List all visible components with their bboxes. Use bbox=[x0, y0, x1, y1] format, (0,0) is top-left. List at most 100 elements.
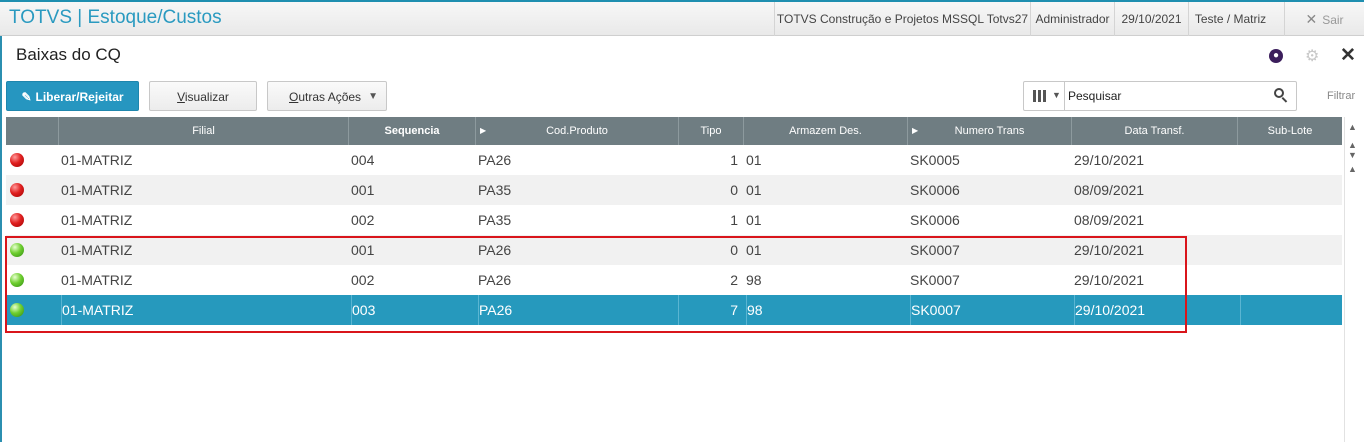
cell-filial[interactable]: 01-MATRIZ bbox=[61, 205, 346, 235]
table-row[interactable]: 01-MATRIZ 001 PA35 0 01 SK0006 08/09/2021 bbox=[6, 175, 1342, 205]
table-row[interactable]: 01-MATRIZ 004 PA26 1 01 SK0005 29/10/2021 bbox=[6, 145, 1342, 175]
cell-produto[interactable]: PA26 bbox=[478, 265, 673, 295]
release-reject-label: Liberar/Rejeitar bbox=[35, 90, 124, 104]
cell-armazem[interactable]: 98 bbox=[746, 295, 904, 325]
view-button[interactable]: Visualizar bbox=[149, 81, 257, 111]
cell-filial[interactable]: 01-MATRIZ bbox=[61, 175, 346, 205]
sort-arrow-icon: ▶ bbox=[480, 126, 487, 135]
cell-tipo[interactable]: 2 bbox=[678, 265, 740, 295]
status-cell[interactable] bbox=[6, 205, 58, 235]
cell-armazem[interactable]: 01 bbox=[746, 175, 904, 205]
cell-data[interactable]: 08/09/2021 bbox=[1074, 205, 1234, 235]
cell-armazem[interactable]: 01 bbox=[746, 205, 904, 235]
cell-tipo[interactable]: 0 bbox=[678, 235, 740, 265]
cell-data[interactable]: 29/10/2021 bbox=[1074, 295, 1234, 325]
search-icon[interactable] bbox=[1274, 88, 1288, 103]
vertical-scrollbar[interactable]: ▲ ▲ ▼ ▲ bbox=[1344, 117, 1361, 442]
cell-sequencia[interactable]: 001 bbox=[351, 235, 471, 265]
chevron-down-icon: ▼ bbox=[1052, 90, 1061, 100]
columns-button[interactable]: ▼ bbox=[1024, 82, 1065, 110]
cell-numero[interactable]: SK0006 bbox=[910, 205, 1068, 235]
status-column-header[interactable] bbox=[6, 117, 58, 145]
close-icon[interactable]: ✕ bbox=[1340, 44, 1356, 67]
cell-produto[interactable]: PA26 bbox=[478, 295, 673, 325]
cell-data[interactable]: 08/09/2021 bbox=[1074, 175, 1234, 205]
cell-data[interactable]: 29/10/2021 bbox=[1074, 265, 1234, 295]
cell-sublote[interactable] bbox=[1240, 295, 1340, 325]
status-cell[interactable] bbox=[6, 295, 58, 325]
cell-filial[interactable]: 01-MATRIZ bbox=[61, 265, 346, 295]
column-header-cod-produto-label: Cod.Produto bbox=[546, 125, 608, 137]
column-header-sequencia[interactable]: Sequencia bbox=[348, 117, 475, 145]
column-header-armazem[interactable]: Armazem Des. bbox=[743, 117, 907, 145]
cell-sequencia[interactable]: 002 bbox=[351, 265, 471, 295]
cell-sublote[interactable] bbox=[1240, 145, 1340, 175]
search-box: ▼ bbox=[1023, 81, 1297, 111]
cell-numero[interactable]: SK0007 bbox=[910, 265, 1068, 295]
cell-tipo[interactable]: 7 bbox=[678, 295, 740, 325]
cell-filial[interactable]: 01-MATRIZ bbox=[61, 235, 346, 265]
help-icon[interactable]: ● bbox=[1269, 49, 1283, 63]
status-cell[interactable] bbox=[6, 235, 58, 265]
cell-data[interactable]: 29/10/2021 bbox=[1074, 235, 1234, 265]
cell-sequencia[interactable]: 003 bbox=[351, 295, 471, 325]
column-header-cod-produto[interactable]: ▶ Cod.Produto bbox=[475, 117, 678, 145]
column-header-sub-lote[interactable]: Sub-Lote bbox=[1237, 117, 1342, 145]
cell-armazem[interactable]: 01 bbox=[746, 145, 904, 175]
cell-filial[interactable]: 01-MATRIZ bbox=[61, 145, 346, 175]
cell-armazem[interactable]: 98 bbox=[746, 265, 904, 295]
status-cell[interactable] bbox=[6, 145, 58, 175]
cell-sequencia[interactable]: 001 bbox=[351, 175, 471, 205]
scroll-down-icon[interactable]: ▼ bbox=[1348, 150, 1357, 160]
scroll-up-icon[interactable]: ▲ bbox=[1348, 140, 1357, 150]
view-label: isualizar bbox=[184, 90, 229, 104]
sort-arrow-icon: ▶ bbox=[912, 126, 919, 135]
status-cell[interactable] bbox=[6, 265, 58, 295]
status-cell[interactable] bbox=[6, 175, 58, 205]
status-red-icon bbox=[10, 213, 24, 227]
cell-numero[interactable]: SK0007 bbox=[910, 235, 1068, 265]
exit-label: Sair bbox=[1322, 13, 1344, 27]
table-row[interactable]: 01-MATRIZ 002 PA35 1 01 SK0006 08/09/2021 bbox=[6, 205, 1342, 235]
data-grid: Filial Sequencia ▶ Cod.Produto Tipo Armaz… bbox=[6, 117, 1342, 325]
cell-numero[interactable]: SK0006 bbox=[910, 175, 1068, 205]
cell-sublote[interactable] bbox=[1240, 205, 1340, 235]
cell-sequencia[interactable]: 004 bbox=[351, 145, 471, 175]
cell-produto[interactable]: PA35 bbox=[478, 205, 673, 235]
cell-tipo[interactable]: 1 bbox=[678, 145, 740, 175]
scroll-page-up-icon[interactable]: ▲ bbox=[1348, 164, 1357, 174]
cell-data[interactable]: 29/10/2021 bbox=[1074, 145, 1234, 175]
cell-armazem[interactable]: 01 bbox=[746, 235, 904, 265]
column-header-filial[interactable]: Filial bbox=[58, 117, 348, 145]
cell-produto[interactable]: PA26 bbox=[478, 145, 673, 175]
date-label[interactable]: 29/10/2021 bbox=[1114, 2, 1188, 36]
cell-sublote[interactable] bbox=[1240, 175, 1340, 205]
scroll-top-icon[interactable]: ▲ bbox=[1348, 122, 1357, 132]
search-input[interactable] bbox=[1068, 86, 1268, 106]
top-bar: TOTVS | Estoque/Custos TOTVS Construção … bbox=[0, 0, 1364, 36]
release-reject-button[interactable]: ✎ Liberar/Rejeitar bbox=[6, 81, 139, 111]
column-header-tipo[interactable]: Tipo bbox=[678, 117, 743, 145]
cell-sequencia[interactable]: 002 bbox=[351, 205, 471, 235]
cell-produto[interactable]: PA35 bbox=[478, 175, 673, 205]
table-row[interactable]: 01-MATRIZ 001 PA26 0 01 SK0007 29/10/2021 bbox=[6, 235, 1342, 265]
cell-filial[interactable]: 01-MATRIZ bbox=[61, 295, 346, 325]
cell-sublote[interactable] bbox=[1240, 235, 1340, 265]
cell-produto[interactable]: PA26 bbox=[478, 235, 673, 265]
other-actions-button[interactable]: Outras Ações ▼ bbox=[267, 81, 387, 111]
cell-tipo[interactable]: 0 bbox=[678, 175, 740, 205]
cell-sublote[interactable] bbox=[1240, 265, 1340, 295]
table-row[interactable]: 01-MATRIZ 002 PA26 2 98 SK0007 29/10/2021 bbox=[6, 265, 1342, 295]
table-row[interactable]: 01-MATRIZ 003 PA26 7 98 SK0007 29/10/2021 bbox=[6, 295, 1342, 325]
filter-link[interactable]: Filtrar bbox=[1327, 90, 1355, 102]
cell-tipo[interactable]: 1 bbox=[678, 205, 740, 235]
cell-numero[interactable]: SK0005 bbox=[910, 145, 1068, 175]
environment-label[interactable]: TOTVS Construção e Projetos MSSQL Totvs2… bbox=[774, 2, 1030, 36]
exit-button[interactable]: ✕ Sair bbox=[1284, 2, 1364, 36]
gear-icon[interactable]: ⚙ bbox=[1305, 46, 1319, 66]
column-header-numero-trans[interactable]: ▶ Numero Trans bbox=[907, 117, 1071, 145]
cell-numero[interactable]: SK0007 bbox=[910, 295, 1068, 325]
user-label[interactable]: Administrador bbox=[1030, 2, 1114, 36]
branch-label[interactable]: Teste / Matriz bbox=[1188, 2, 1272, 36]
column-header-data-transf[interactable]: Data Transf. bbox=[1071, 117, 1237, 145]
